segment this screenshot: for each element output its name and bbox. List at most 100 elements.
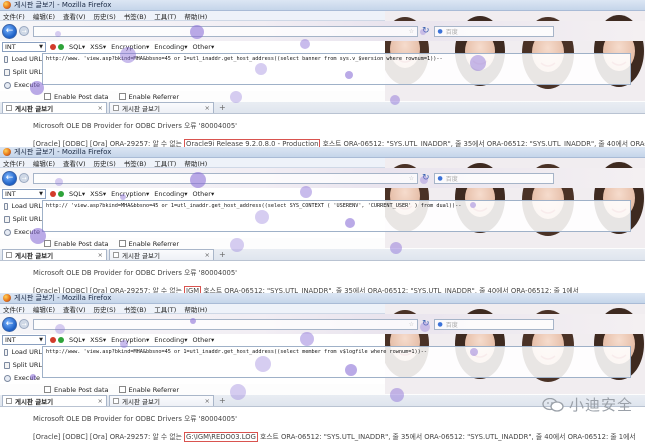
close-tab-icon[interactable]: × (98, 397, 103, 405)
checkbox-icon[interactable] (44, 240, 51, 247)
hackbar-menu-item[interactable]: Encryption▾ (111, 336, 149, 344)
hackbar-button[interactable]: Split URL (4, 68, 42, 76)
hackbar-button[interactable]: Execute (4, 374, 42, 382)
forward-arrow-icon[interactable]: → (19, 319, 29, 329)
option-checkbox[interactable]: Enable Referrer (118, 386, 179, 394)
menu-item[interactable]: 编辑(E) (33, 158, 55, 168)
address-bar[interactable]: ☆ (33, 172, 418, 184)
hackbar-menu-item[interactable]: Encoding▾ (154, 190, 187, 198)
menu-item[interactable]: 编辑(E) (33, 304, 55, 314)
menu-item[interactable]: 书签(B) (124, 158, 147, 168)
menu-item[interactable]: 文件(F) (3, 304, 25, 314)
hackbar-menu-item[interactable]: XSS▾ (90, 190, 106, 198)
menu-item[interactable]: 帮助(H) (184, 158, 207, 168)
new-tab-icon[interactable]: + (219, 250, 226, 260)
address-bar[interactable]: ☆ (33, 318, 418, 330)
back-arrow-icon[interactable]: ← (2, 23, 17, 39)
hackbar-menu-item[interactable]: SQL▾ (69, 43, 85, 51)
menu-item[interactable]: 历史(S) (94, 11, 116, 21)
address-bar[interactable]: ☆ (33, 25, 418, 37)
back-arrow-icon[interactable]: ← (2, 316, 17, 332)
search-engine-icon[interactable]: ● (438, 321, 443, 328)
window-titlebar[interactable]: 게시판 글보기 - Mozilla Firefox (0, 0, 645, 11)
checkbox-icon[interactable] (44, 93, 51, 100)
browser-tab[interactable]: 게시판 글보기 × (2, 395, 107, 406)
hackbar-button[interactable]: Load URL (4, 202, 42, 210)
int-select[interactable]: INT ▼ (2, 42, 46, 52)
bookmark-star-icon[interactable]: ☆ (409, 28, 414, 35)
window-titlebar[interactable]: 게시판 글보기 - Mozilla Firefox (0, 293, 645, 304)
back-arrow-icon[interactable]: ← (2, 170, 17, 186)
hackbar-menu-item[interactable]: Encoding▾ (154, 43, 187, 51)
checkbox-icon[interactable] (44, 386, 51, 393)
forward-arrow-icon[interactable]: → (19, 173, 29, 183)
hackbar-menu-item[interactable]: Encoding▾ (154, 336, 187, 344)
hackbar-menu-item[interactable]: SQL▾ (69, 336, 85, 344)
search-engine-icon[interactable]: ● (438, 175, 443, 182)
checkbox-icon[interactable] (118, 93, 126, 100)
close-tab-icon[interactable]: × (98, 251, 103, 259)
option-checkbox[interactable]: Enable Referrer (118, 240, 179, 248)
menu-item[interactable]: 帮助(H) (184, 304, 207, 314)
refresh-icon[interactable]: ↻ (422, 173, 430, 183)
browser-tab[interactable]: 게시판 글보기 × (2, 102, 107, 113)
hackbar-url-textarea[interactable]: http://www. 'view.asp?bkind=MHA&bbsno=45… (42, 346, 631, 378)
red-dot-icon[interactable] (50, 337, 56, 343)
menu-item[interactable]: 编辑(E) (33, 11, 55, 21)
hackbar-menu-item[interactable]: Other▾ (193, 190, 215, 198)
red-dot-icon[interactable] (50, 44, 56, 50)
bookmark-star-icon[interactable]: ☆ (409, 321, 414, 328)
close-tab-icon[interactable]: × (205, 104, 210, 112)
browser-tab[interactable]: 게시판 글보기 × (109, 102, 214, 113)
int-select[interactable]: INT ▼ (2, 335, 46, 345)
new-tab-icon[interactable]: + (219, 396, 226, 406)
browser-tab[interactable]: 게시판 글보기 × (109, 249, 214, 260)
menu-item[interactable]: 文件(F) (3, 158, 25, 168)
menu-item[interactable]: 工具(T) (154, 158, 176, 168)
red-dot-icon[interactable] (50, 191, 56, 197)
browser-tab[interactable]: 게시판 글보기 × (109, 395, 214, 406)
hackbar-menu-item[interactable]: XSS▾ (90, 43, 106, 51)
forward-arrow-icon[interactable]: → (19, 26, 29, 36)
menu-item[interactable]: 查看(V) (63, 158, 86, 168)
close-tab-icon[interactable]: × (205, 397, 210, 405)
hackbar-url-textarea[interactable]: http://www. 'view.asp?bkind=MHA&bbsno=45… (42, 53, 631, 85)
hackbar-menu-item[interactable]: Encryption▾ (111, 43, 149, 51)
close-tab-icon[interactable]: × (98, 104, 103, 112)
close-tab-icon[interactable]: × (205, 251, 210, 259)
menu-item[interactable]: 查看(V) (63, 11, 86, 21)
hackbar-button[interactable]: Execute (4, 81, 42, 89)
browser-tab[interactable]: 게시판 글보기 × (2, 249, 107, 260)
menu-item[interactable]: 历史(S) (94, 304, 116, 314)
hackbar-url-textarea[interactable]: http:// 'view.asp?bkind=MHA&bbsno=45 or … (42, 200, 631, 232)
hackbar-button[interactable]: Load URL (4, 55, 42, 63)
refresh-icon[interactable]: ↻ (422, 26, 430, 36)
checkbox-icon[interactable] (118, 240, 126, 247)
option-checkbox[interactable]: Enable Post data (44, 240, 109, 248)
menu-item[interactable]: 工具(T) (154, 304, 176, 314)
option-checkbox[interactable]: Enable Post data (44, 386, 109, 394)
search-box[interactable]: ● 百度 (433, 172, 554, 184)
menu-item[interactable]: 历史(S) (94, 158, 116, 168)
menu-item[interactable]: 书签(B) (124, 304, 147, 314)
menu-item[interactable]: 工具(T) (154, 11, 176, 21)
hackbar-button[interactable]: Split URL (4, 215, 42, 223)
menu-item[interactable]: 文件(F) (3, 11, 25, 21)
checkbox-icon[interactable] (118, 386, 126, 393)
hackbar-menu-item[interactable]: Other▾ (193, 336, 215, 344)
hackbar-menu-item[interactable]: Encryption▾ (111, 190, 149, 198)
hackbar-button[interactable]: Split URL (4, 361, 42, 369)
hackbar-menu-item[interactable]: Other▾ (193, 43, 215, 51)
menu-item[interactable]: 书签(B) (124, 11, 147, 21)
refresh-icon[interactable]: ↻ (422, 319, 430, 329)
window-titlebar[interactable]: 게시판 글보기 - Mozilla Firefox (0, 147, 645, 158)
hackbar-menu-item[interactable]: SQL▾ (69, 190, 85, 198)
menu-item[interactable]: 查看(V) (63, 304, 86, 314)
search-box[interactable]: ● 百度 (433, 318, 554, 330)
hackbar-menu-item[interactable]: XSS▾ (90, 336, 106, 344)
hackbar-button[interactable]: Execute (4, 228, 42, 236)
new-tab-icon[interactable]: + (219, 103, 226, 113)
menu-item[interactable]: 帮助(H) (184, 11, 207, 21)
search-box[interactable]: ● 百度 (433, 25, 554, 37)
option-checkbox[interactable]: Enable Post data (44, 93, 109, 101)
